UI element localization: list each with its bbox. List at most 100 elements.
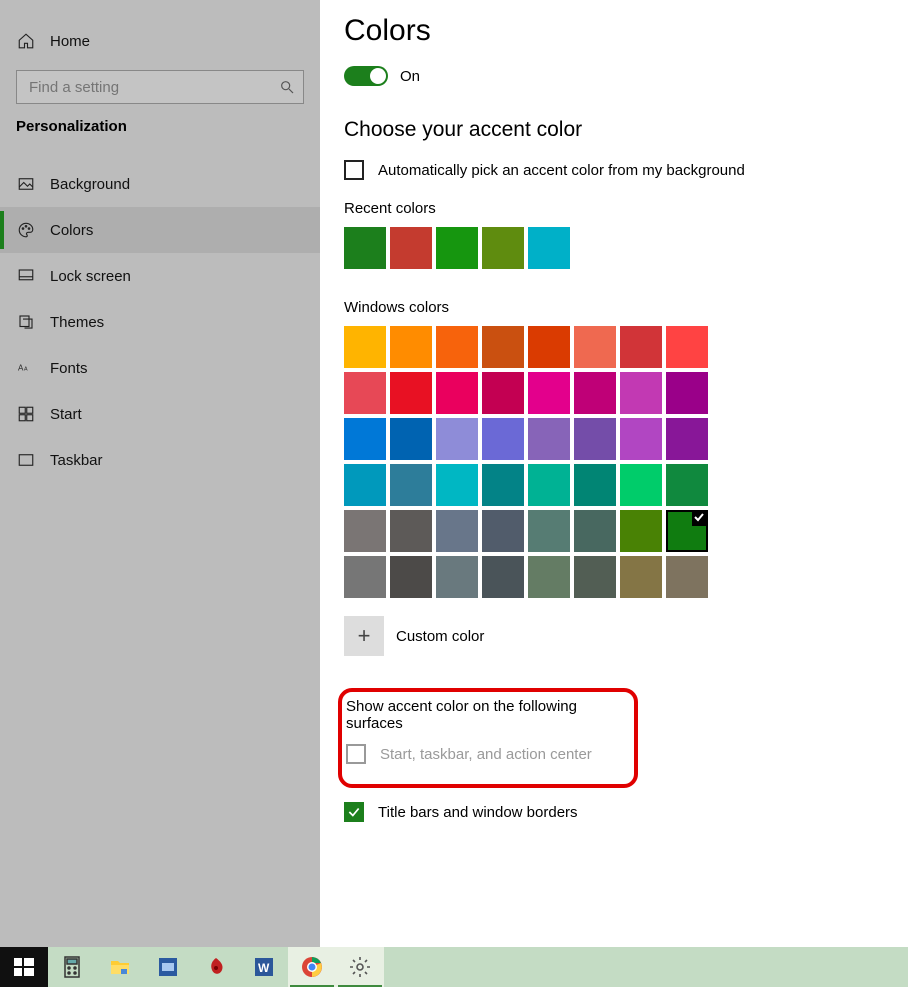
color-swatch[interactable]	[344, 418, 386, 460]
color-swatch[interactable]	[344, 556, 386, 598]
color-swatch[interactable]	[528, 464, 570, 506]
color-swatch[interactable]	[390, 464, 432, 506]
custom-color-button[interactable]: +	[344, 616, 384, 656]
color-swatch[interactable]	[666, 418, 708, 460]
chrome-icon	[300, 955, 324, 979]
taskbar: W	[0, 947, 908, 987]
taskbar-settings[interactable]	[336, 947, 384, 987]
color-swatch[interactable]	[344, 464, 386, 506]
color-swatch[interactable]	[666, 372, 708, 414]
color-swatch[interactable]	[344, 227, 386, 269]
color-swatch[interactable]	[528, 418, 570, 460]
taskbar-start-button[interactable]	[0, 947, 48, 987]
recent-colors-heading: Recent colors	[344, 200, 908, 217]
color-swatch[interactable]	[482, 464, 524, 506]
color-swatch[interactable]	[574, 464, 616, 506]
color-swatch[interactable]	[666, 556, 708, 598]
sidebar-item-label: Lock screen	[50, 268, 131, 285]
sidebar-item-home[interactable]: Home	[0, 18, 320, 64]
color-swatch[interactable]	[620, 556, 662, 598]
transparency-toggle[interactable]	[344, 66, 388, 86]
custom-color-label: Custom color	[396, 628, 484, 645]
taskbar-chrome[interactable]	[288, 947, 336, 987]
color-swatch[interactable]	[528, 326, 570, 368]
color-swatch[interactable]	[436, 556, 478, 598]
color-swatch[interactable]	[528, 510, 570, 552]
home-label: Home	[50, 33, 90, 50]
surfaces-heading: Show accent color on the following surfa…	[346, 698, 624, 732]
taskbar-app-1[interactable]	[144, 947, 192, 987]
auto-pick-checkbox-row[interactable]: Automatically pick an accent color from …	[344, 160, 908, 180]
category-heading: Personalization	[0, 104, 320, 143]
highlighted-section: Show accent color on the following surfa…	[338, 688, 638, 788]
taskbar-app-2[interactable]	[192, 947, 240, 987]
sidebar-item-fonts[interactable]: AA Fonts	[0, 345, 320, 391]
color-swatch[interactable]	[344, 372, 386, 414]
color-swatch[interactable]	[620, 418, 662, 460]
color-swatch[interactable]	[436, 227, 478, 269]
taskbar-calculator[interactable]	[48, 947, 96, 987]
color-swatch[interactable]	[620, 372, 662, 414]
sidebar-item-colors[interactable]: Colors	[0, 207, 320, 253]
color-swatch[interactable]	[482, 510, 524, 552]
color-swatch[interactable]	[528, 556, 570, 598]
color-swatch[interactable]	[390, 372, 432, 414]
color-swatch[interactable]	[436, 510, 478, 552]
lock-screen-icon	[16, 266, 36, 286]
color-swatch[interactable]	[390, 326, 432, 368]
color-swatch[interactable]	[574, 418, 616, 460]
color-swatch[interactable]	[528, 227, 570, 269]
color-swatch[interactable]	[620, 326, 662, 368]
windows-logo-icon	[12, 955, 36, 979]
sidebar-item-label: Colors	[50, 222, 93, 239]
checkbox-disabled	[346, 744, 366, 764]
sidebar-item-taskbar[interactable]: Taskbar	[0, 437, 320, 483]
sidebar-item-background[interactable]: Background	[0, 161, 320, 207]
accent-color-heading: Choose your accent color	[344, 118, 908, 142]
color-swatch[interactable]	[390, 418, 432, 460]
color-swatch[interactable]	[390, 556, 432, 598]
color-swatch[interactable]	[574, 556, 616, 598]
search-box[interactable]	[16, 70, 304, 104]
start-icon	[16, 404, 36, 424]
plus-icon: +	[358, 623, 371, 649]
color-swatch[interactable]	[390, 227, 432, 269]
color-swatch[interactable]	[436, 326, 478, 368]
color-swatch[interactable]	[620, 510, 662, 552]
color-swatch[interactable]	[390, 510, 432, 552]
home-icon	[16, 31, 36, 51]
color-swatch[interactable]	[436, 418, 478, 460]
taskbar-icon	[16, 450, 36, 470]
search-input[interactable]	[27, 78, 279, 97]
checkbox-checked	[344, 802, 364, 822]
color-swatch[interactable]	[574, 326, 616, 368]
color-swatch[interactable]	[666, 464, 708, 506]
color-swatch[interactable]	[344, 326, 386, 368]
color-swatch[interactable]	[436, 372, 478, 414]
color-swatch[interactable]	[574, 510, 616, 552]
color-swatch[interactable]	[482, 372, 524, 414]
color-swatch[interactable]	[666, 326, 708, 368]
surface-titlebars-checkbox-row[interactable]: Title bars and window borders	[344, 802, 908, 822]
main-content: Colors On Choose your accent color Autom…	[320, 0, 908, 947]
taskbar-file-explorer[interactable]	[96, 947, 144, 987]
color-swatch[interactable]	[482, 326, 524, 368]
sidebar-item-lockscreen[interactable]: Lock screen	[0, 253, 320, 299]
color-swatch[interactable]	[528, 372, 570, 414]
sidebar-item-themes[interactable]: Themes	[0, 299, 320, 345]
checkbox-unchecked	[344, 160, 364, 180]
surface-start-checkbox-row[interactable]: Start, taskbar, and action center	[346, 744, 624, 764]
color-swatch[interactable]	[666, 510, 708, 552]
color-swatch[interactable]	[620, 464, 662, 506]
svg-text:W: W	[258, 961, 270, 975]
color-swatch[interactable]	[436, 464, 478, 506]
color-swatch[interactable]	[574, 372, 616, 414]
color-swatch[interactable]	[344, 510, 386, 552]
sidebar-item-label: Background	[50, 176, 130, 193]
color-swatch[interactable]	[482, 556, 524, 598]
taskbar-word[interactable]: W	[240, 947, 288, 987]
color-swatch[interactable]	[482, 418, 524, 460]
gear-icon	[348, 955, 372, 979]
sidebar-item-start[interactable]: Start	[0, 391, 320, 437]
color-swatch[interactable]	[482, 227, 524, 269]
